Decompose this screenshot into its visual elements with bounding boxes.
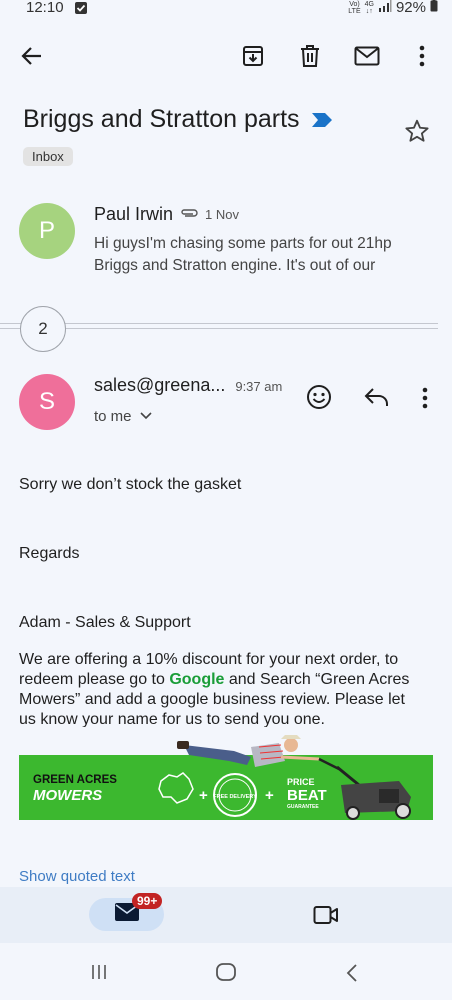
message-date: 1 Nov bbox=[205, 207, 239, 222]
back-nav-icon[interactable] bbox=[345, 963, 359, 988]
svg-text:+: + bbox=[199, 787, 208, 804]
battery-icon bbox=[430, 0, 438, 16]
network-volte: Vo) LTE bbox=[348, 0, 361, 15]
recipient-text: to me bbox=[94, 407, 132, 425]
first-message-header[interactable]: Paul Irwin 1 Nov bbox=[94, 204, 239, 225]
signal-icon bbox=[378, 0, 392, 16]
message-snippet[interactable]: Hi guysI'm chasing some parts for out 21… bbox=[94, 233, 424, 277]
unread-count-badge: 99+ bbox=[132, 893, 163, 909]
back-arrow-icon[interactable] bbox=[12, 36, 52, 76]
svg-text:MOWERS: MOWERS bbox=[33, 787, 102, 804]
battery-percent: 92% bbox=[395, 0, 426, 16]
reply-icon[interactable] bbox=[364, 386, 390, 413]
label-chip-inbox[interactable]: Inbox bbox=[23, 147, 73, 166]
sender-name: sales@greena... bbox=[94, 375, 226, 395]
emoji-reaction-icon[interactable] bbox=[306, 384, 332, 415]
video-meet-icon[interactable] bbox=[313, 905, 339, 930]
more-vert-icon[interactable] bbox=[402, 36, 442, 76]
star-icon[interactable] bbox=[404, 118, 430, 149]
notification-check-icon bbox=[74, 1, 88, 19]
google-link[interactable]: Google bbox=[169, 671, 224, 688]
home-icon[interactable] bbox=[215, 962, 237, 987]
chevron-down-icon bbox=[139, 407, 152, 425]
svg-text:FREE DELIVERY: FREE DELIVERY bbox=[213, 794, 257, 800]
message-more-icon[interactable] bbox=[422, 387, 428, 414]
status-time: 12:10 bbox=[26, 0, 64, 16]
body-line: Sorry we don’t stock the gasket bbox=[19, 476, 242, 493]
avatar: P bbox=[19, 203, 75, 259]
collapsed-messages-count[interactable]: 2 bbox=[20, 306, 66, 352]
recipient-details[interactable]: to me bbox=[94, 407, 152, 425]
svg-text:GUARANTEE: GUARANTEE bbox=[287, 804, 319, 810]
svg-text:BEAT: BEAT bbox=[287, 787, 327, 804]
recent-apps-icon[interactable] bbox=[90, 963, 108, 986]
second-message-header[interactable]: sales@greena... 9:37 am bbox=[94, 375, 282, 396]
svg-text:GREEN ACRES: GREEN ACRES bbox=[33, 774, 117, 786]
bottom-navigation bbox=[0, 887, 452, 943]
show-quoted-text-link[interactable]: Show quoted text bbox=[19, 868, 135, 885]
sender-name: Paul Irwin bbox=[94, 204, 174, 224]
subject-text: Briggs and Stratton parts bbox=[23, 105, 300, 133]
status-bar: 12:10 Vo) LTE 4G ↓↑ 92% bbox=[0, 0, 452, 20]
delete-icon[interactable] bbox=[290, 36, 330, 76]
body-line: Regards bbox=[19, 545, 80, 562]
network-4g: 4G ↓↑ bbox=[364, 0, 374, 15]
mail-icon[interactable] bbox=[347, 36, 387, 76]
email-subject: Briggs and Stratton parts bbox=[23, 105, 333, 135]
promo-paragraph: We are offering a 10% discount for your … bbox=[19, 651, 410, 728]
message-time: 9:37 am bbox=[235, 379, 283, 394]
promo-banner-image[interactable]: GREEN ACRES MOWERS + FREE DELIVERY + PRI… bbox=[19, 727, 433, 820]
status-right: Vo) LTE 4G ↓↑ 92% bbox=[348, 0, 438, 16]
avatar: S bbox=[19, 374, 75, 430]
important-marker-icon[interactable] bbox=[311, 106, 333, 135]
svg-text:PRICE: PRICE bbox=[287, 777, 315, 787]
svg-text:+: + bbox=[265, 787, 274, 804]
archive-icon[interactable] bbox=[233, 36, 273, 76]
attachment-icon bbox=[179, 206, 199, 224]
signature: Adam - Sales & Support bbox=[19, 614, 191, 631]
divider bbox=[0, 323, 438, 324]
